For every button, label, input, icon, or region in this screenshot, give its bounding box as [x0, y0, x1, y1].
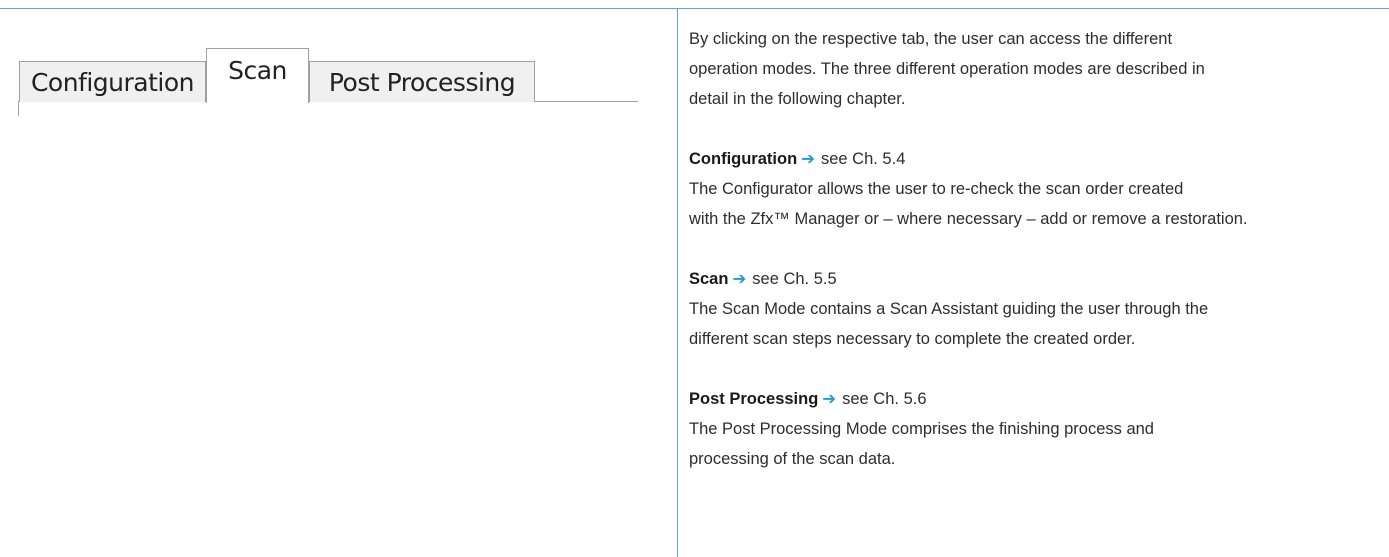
section-heading: Scan ➔ see Ch. 5.5 [689, 264, 1379, 294]
tab-configuration[interactable]: Configuration [19, 61, 206, 102]
arrow-right-icon: ➔ [801, 150, 815, 168]
top-rule [0, 8, 1389, 9]
section-title: Scan [689, 270, 729, 288]
tab-scan[interactable]: Scan [206, 48, 309, 103]
tab-configuration-label: Configuration [30, 67, 195, 97]
section-heading: Configuration ➔ see Ch. 5.4 [689, 144, 1379, 174]
intro-paragraph: By clicking on the respective tab, the u… [689, 30, 1205, 108]
section-heading: Post Processing ➔ see Ch. 5.6 [689, 384, 1379, 414]
tab-scan-label: Scan [228, 55, 287, 85]
tab-post-processing[interactable]: Post Processing [309, 61, 535, 102]
section-configuration: Configuration ➔ see Ch. 5.4 The Configurat… [689, 144, 1379, 234]
column-divider [677, 8, 678, 557]
chapter-reference: see Ch. 5.4 [820, 150, 906, 168]
description-column: By clicking on the respective tab, the u… [689, 24, 1379, 474]
chapter-reference: see Ch. 5.5 [752, 270, 837, 288]
tab-panel-edge [18, 101, 19, 116]
section-post-processing: Post Processing ➔ see Ch. 5.6 The Post Pro… [689, 384, 1379, 474]
arrow-right-icon: ➔ [732, 270, 747, 288]
tab-strip-screenshot: Configuration Scan Post Processing [18, 41, 638, 116]
section-scan: Scan ➔ see Ch. 5.5 The Scan Mode contains … [689, 264, 1379, 354]
chapter-reference: see Ch. 5.6 [842, 390, 927, 408]
section-title: Post Processing [689, 390, 819, 408]
section-title: Configuration [689, 150, 798, 168]
section-body: The Configurator allows the user to re-c… [689, 180, 1248, 228]
arrow-right-icon: ➔ [822, 390, 837, 408]
section-body: The Post Processing Mode comprises the f… [689, 420, 1154, 468]
section-body: The Scan Mode contains a Scan Assistant … [689, 300, 1209, 348]
tab-post-processing-label: Post Processing [328, 67, 516, 97]
